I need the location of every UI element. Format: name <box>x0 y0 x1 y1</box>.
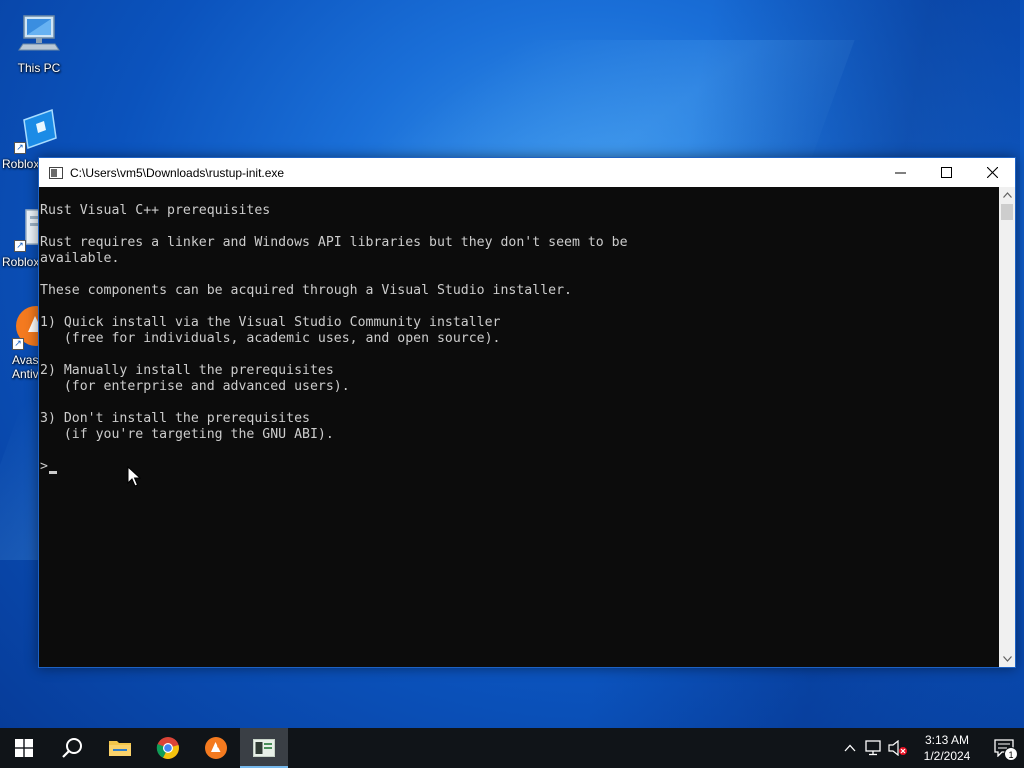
console-line: 3) Don't install the prerequisites <box>40 411 310 426</box>
title-bar[interactable]: C:\Users\vm5\Downloads\rustup-init.exe <box>39 158 1015 187</box>
shortcut-arrow-icon: ↗ <box>14 240 26 252</box>
scroll-thumb[interactable] <box>1001 204 1013 220</box>
system-tray: 3:13 AM 1/2/2024 1 <box>838 728 1024 768</box>
desktop-icon-this-pc[interactable]: This PC <box>1 10 77 75</box>
notification-count-badge: 1 <box>1004 747 1018 761</box>
minimize-button[interactable] <box>877 158 923 187</box>
network-button[interactable] <box>862 728 886 768</box>
console-line: These components can be acquired through… <box>40 283 572 298</box>
console-line: (if you're targeting the GNU ABI). <box>40 427 334 442</box>
shortcut-arrow-icon: ↗ <box>14 142 26 154</box>
chevron-up-icon <box>1002 192 1012 198</box>
console-output[interactable]: Rust Visual C++ prerequisites Rust requi… <box>39 187 999 667</box>
prompt-symbol: > <box>40 459 48 474</box>
close-button[interactable] <box>969 158 1015 187</box>
shortcut-arrow-icon: ↗ <box>12 338 24 350</box>
file-explorer-button[interactable] <box>96 728 144 768</box>
computer-icon <box>15 10 63 58</box>
clock-time: 3:13 AM <box>924 733 970 747</box>
console-line: available. <box>40 251 120 266</box>
console-line: Rust requires a linker and Windows API l… <box>40 235 628 250</box>
mouse-pointer-icon <box>127 466 141 487</box>
avast-taskbar-button[interactable] <box>192 728 240 768</box>
close-icon <box>986 167 998 178</box>
chrome-button[interactable] <box>144 728 192 768</box>
minimize-icon <box>894 172 906 174</box>
windows-logo-icon <box>15 739 33 757</box>
start-button[interactable] <box>0 728 48 768</box>
console-line: (free for individuals, academic uses, an… <box>40 331 501 346</box>
clock[interactable]: 3:13 AM 1/2/2024 <box>914 732 980 764</box>
volume-muted-icon <box>888 740 907 756</box>
chevron-up-icon <box>844 744 856 752</box>
folder-icon <box>109 741 131 756</box>
console-app-icon <box>49 166 63 179</box>
console-icon <box>253 739 275 757</box>
chevron-down-icon <box>1002 656 1012 662</box>
window-title: C:\Users\vm5\Downloads\rustup-init.exe <box>70 165 285 180</box>
show-hidden-icons-button[interactable] <box>838 728 862 768</box>
text-caret <box>48 471 57 474</box>
chrome-icon <box>156 737 179 759</box>
taskbar: 3:13 AM 1/2/2024 1 <box>0 728 1024 768</box>
console-line: (for enterprise and advanced users). <box>40 379 350 394</box>
maximize-icon <box>940 167 952 178</box>
action-center-button[interactable]: 1 <box>984 728 1024 768</box>
network-icon <box>865 740 881 756</box>
maximize-button[interactable] <box>923 158 969 187</box>
vertical-scrollbar[interactable] <box>999 187 1015 667</box>
command-prompt[interactable]: > <box>40 459 999 475</box>
volume-button[interactable] <box>886 728 910 768</box>
console-line: 2) Manually install the prerequisites <box>40 363 334 378</box>
scroll-up-button[interactable] <box>999 187 1015 203</box>
console-line: Rust Visual C++ prerequisites <box>40 203 271 218</box>
avast-icon <box>205 737 227 759</box>
roblox-icon: ↗ <box>14 106 62 154</box>
scroll-down-button[interactable] <box>999 651 1015 667</box>
console-line: 1) Quick install via the Visual Studio C… <box>40 315 501 330</box>
search-button[interactable] <box>48 728 96 768</box>
console-window[interactable]: C:\Users\vm5\Downloads\rustup-init.exe R… <box>38 157 1016 668</box>
desktop-icon-label: This PC <box>17 61 61 75</box>
clock-date: 1/2/2024 <box>923 749 971 763</box>
console-taskbar-button[interactable] <box>240 728 288 768</box>
search-icon <box>62 738 82 758</box>
